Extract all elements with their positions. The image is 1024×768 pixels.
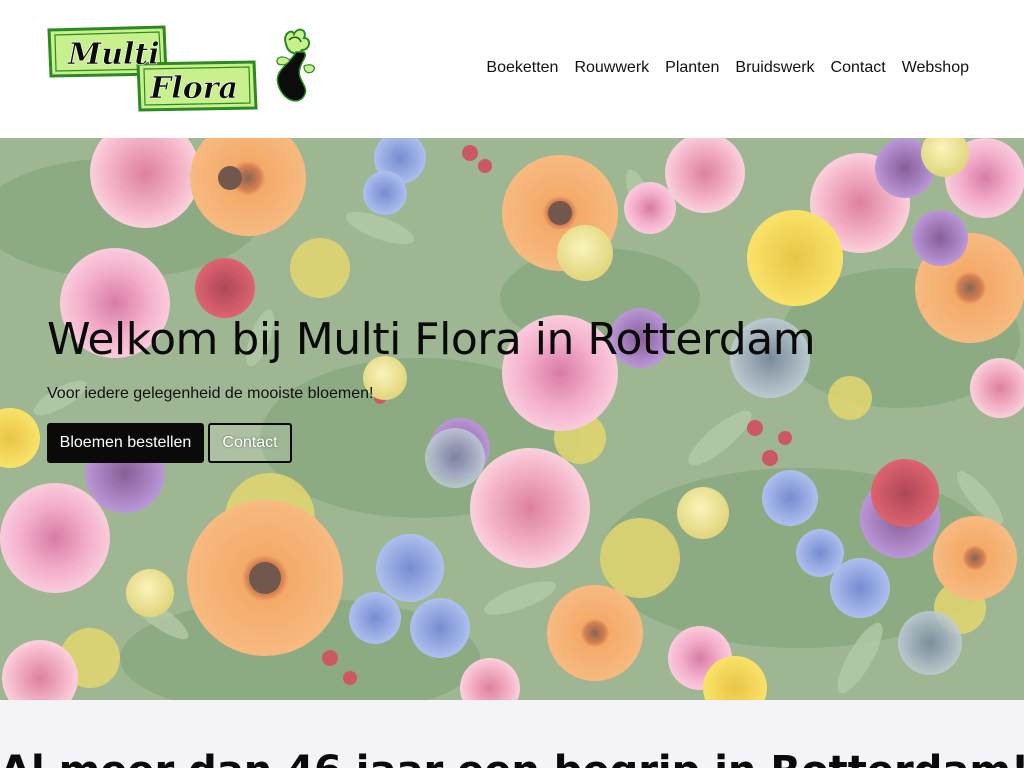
nav-link-bruidswerk[interactable]: Bruidswerk — [727, 58, 822, 78]
nav-link-planten[interactable]: Planten — [657, 58, 727, 78]
hero-title: Welkom bij Multi Flora in Rotterdam — [47, 314, 816, 365]
logo-text-multi: Multi — [67, 37, 160, 72]
nav-link-rouwwerk[interactable]: Rouwwerk — [566, 58, 657, 78]
rose-flower-icon — [276, 28, 316, 102]
hero-subtitle: Voor iedere gelegenheid de mooiste bloem… — [47, 385, 374, 402]
multi-flora-logo[interactable]: Multi Flora — [46, 24, 316, 114]
logo-text-flora: Flora — [149, 71, 238, 106]
nav-link-contact[interactable]: Contact — [823, 58, 894, 78]
section-title: Al meer dan 46 jaar een begrip in Rotter… — [0, 748, 1024, 768]
nav-link-boeketten[interactable]: Boeketten — [478, 58, 566, 78]
contact-button[interactable]: Contact — [208, 423, 292, 463]
nav-link-webshop[interactable]: Webshop — [894, 58, 969, 78]
intro-section: Al meer dan 46 jaar een begrip in Rotter… — [0, 700, 1024, 768]
hero-overlay — [0, 138, 1024, 700]
order-flowers-button[interactable]: Bloemen bestellen — [47, 423, 204, 463]
hero-banner: Welkom bij Multi Flora in Rotterdam Voor… — [0, 138, 1024, 700]
site-header: Multi Flora Boeketten Rouwwerk Planten B… — [0, 0, 1024, 138]
main-navigation: Boeketten Rouwwerk Planten Bruidswerk Co… — [478, 58, 969, 78]
